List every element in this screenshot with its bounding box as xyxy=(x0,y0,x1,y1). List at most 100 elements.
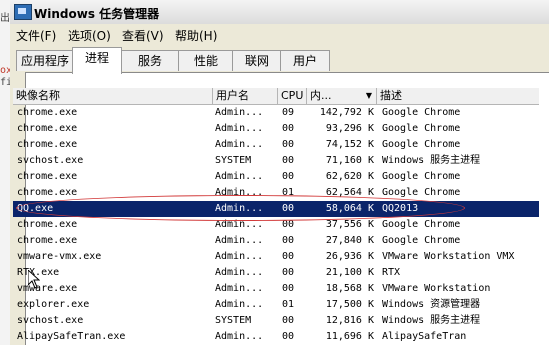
process-cpu: 00 xyxy=(282,139,295,150)
process-image-name: AlipaySafeTran.exe xyxy=(17,331,126,342)
process-user-name: Admin... xyxy=(215,139,264,150)
column-header-memory[interactable]: 内... ▼ xyxy=(307,88,377,104)
process-cpu: 00 xyxy=(282,123,295,134)
process-user-name: Admin... xyxy=(215,171,264,182)
process-image-name: explorer.exe xyxy=(17,299,90,310)
sort-arrow-icon: ▼ xyxy=(365,91,372,100)
process-memory: 12,816 K xyxy=(325,315,374,326)
column-header-cpu[interactable]: CPU xyxy=(278,88,307,104)
process-row[interactable]: chrome.exe Admin... 09 142,792 K Google Chro… xyxy=(13,105,539,121)
process-description: Google Chrome xyxy=(382,139,461,150)
process-user-name: Admin... xyxy=(215,267,264,278)
annotation-ellipse xyxy=(16,195,465,221)
process-image-name: svchost.exe xyxy=(17,155,84,166)
process-memory: 71,160 K xyxy=(325,155,374,166)
process-image-name: vmware.exe xyxy=(17,283,78,294)
process-user-name: SYSTEM xyxy=(215,155,252,166)
process-memory: 93,296 K xyxy=(325,123,374,134)
process-row[interactable]: AlipaySafeTran.exe Admin... 00 11,696 K Alip… xyxy=(13,329,539,345)
process-row[interactable]: svchost.exe SYSTEM 00 71,160 K Windows 服务主进程 xyxy=(13,153,539,169)
process-user-name: SYSTEM xyxy=(215,315,252,326)
background-text-fragment: 出 xyxy=(0,13,10,24)
process-description: VMware Workstation VMX xyxy=(382,251,515,262)
column-header-description[interactable]: 描述 xyxy=(377,88,539,104)
process-cpu: 09 xyxy=(282,107,295,118)
process-row[interactable]: RTX.exe Admin... 00 21,100 K RTX xyxy=(13,265,539,281)
menu-bar: 文件(F) 选项(O) 查看(V) 帮助(H) xyxy=(10,24,549,44)
window-title: Windows 任务管理器 xyxy=(34,7,160,21)
process-description: Google Chrome xyxy=(382,235,461,246)
process-cpu: 00 xyxy=(282,331,295,342)
process-memory: 74,152 K xyxy=(325,139,374,150)
column-header-memory-label: 内... xyxy=(310,89,332,102)
process-cpu: 00 xyxy=(282,251,295,262)
process-image-name: RTX.exe xyxy=(17,267,60,278)
menu-options[interactable]: 选项(O) xyxy=(68,27,111,44)
column-header-user-name[interactable]: 用户名 xyxy=(213,88,278,104)
menu-file[interactable]: 文件(F) xyxy=(16,27,56,44)
process-image-name: chrome.exe xyxy=(17,171,78,182)
process-user-name: Admin... xyxy=(215,299,264,310)
tab-services[interactable]: 服务 xyxy=(120,50,180,71)
tab-applications[interactable]: 应用程序 xyxy=(16,50,74,71)
process-row[interactable]: chrome.exe Admin... 00 74,152 K Google Chrom… xyxy=(13,137,539,153)
process-row[interactable]: explorer.exe Admin... 01 17,500 K Windows 资源… xyxy=(13,297,539,313)
process-description: AlipaySafeTran xyxy=(382,331,467,342)
process-cpu: 00 xyxy=(282,315,295,326)
process-description: Windows 服务主进程 xyxy=(382,155,481,166)
process-image-name: chrome.exe xyxy=(17,107,78,118)
process-memory: 26,936 K xyxy=(325,251,374,262)
title-bar[interactable]: Windows 任务管理器 xyxy=(10,0,549,25)
process-image-name: chrome.exe xyxy=(17,139,78,150)
menu-view[interactable]: 查看(V) xyxy=(122,27,164,44)
process-row[interactable]: chrome.exe Admin... 00 62,620 K Google Chrom… xyxy=(13,169,539,185)
process-row[interactable]: chrome.exe Admin... 00 93,296 K Google Chrom… xyxy=(13,121,539,137)
column-header-image-name[interactable]: 映像名称 xyxy=(13,88,213,104)
process-table-header: 映像名称 用户名 CPU 内... ▼ 描述 xyxy=(13,88,539,105)
tab-performance[interactable]: 性能 xyxy=(178,50,234,71)
process-user-name: Admin... xyxy=(215,235,264,246)
process-description: Google Chrome xyxy=(382,219,461,230)
process-image-name: vmware-vmx.exe xyxy=(17,251,102,262)
process-memory: 17,500 K xyxy=(325,299,374,310)
process-cpu: 00 xyxy=(282,171,295,182)
process-description: Google Chrome xyxy=(382,107,461,118)
process-image-name: chrome.exe xyxy=(17,123,78,134)
menu-help[interactable]: 帮助(H) xyxy=(175,27,217,44)
process-memory: 142,792 K xyxy=(319,107,374,118)
process-user-name: Admin... xyxy=(215,107,264,118)
process-memory: 27,840 K xyxy=(325,235,374,246)
process-memory: 62,620 K xyxy=(325,171,374,182)
process-cpu: 00 xyxy=(282,283,295,294)
process-description: RTX xyxy=(382,267,401,278)
process-row[interactable]: vmware-vmx.exe Admin... 00 26,936 K VMware W… xyxy=(13,249,539,265)
process-description: Google Chrome xyxy=(382,123,461,134)
tab-networking[interactable]: 联网 xyxy=(232,50,282,71)
process-image-name: svchost.exe xyxy=(17,315,84,326)
process-cpu: 01 xyxy=(282,299,295,310)
process-description: Windows 资源管理器 xyxy=(382,299,481,310)
tab-processes[interactable]: 进程 xyxy=(72,47,122,74)
process-memory: 18,568 K xyxy=(325,283,374,294)
process-memory: 11,696 K xyxy=(325,331,374,342)
tab-strip: 应用程序 进程 服务 性能 联网 用户 xyxy=(10,44,549,74)
process-image-name: chrome.exe xyxy=(17,235,78,246)
process-list: chrome.exe Admin... 09 142,792 K Google Chro… xyxy=(13,105,539,345)
process-user-name: Admin... xyxy=(215,251,264,262)
process-description: Google Chrome xyxy=(382,171,461,182)
process-row[interactable]: svchost.exe SYSTEM 00 12,816 K Windows 服务主进程 xyxy=(13,313,539,329)
process-cpu: 00 xyxy=(282,155,295,166)
process-memory: 21,100 K xyxy=(325,267,374,278)
process-user-name: Admin... xyxy=(215,283,264,294)
tab-users[interactable]: 用户 xyxy=(280,50,330,71)
mouse-cursor-icon xyxy=(28,270,40,289)
process-description: Windows 服务主进程 xyxy=(382,315,481,326)
process-cpu: 00 xyxy=(282,235,295,246)
process-row[interactable]: vmware.exe Admin... 00 18,568 K VMware Works… xyxy=(13,281,539,297)
process-row[interactable]: chrome.exe Admin... 00 27,840 K Google Chrom… xyxy=(13,233,539,249)
process-user-name: Admin... xyxy=(215,331,264,342)
process-cpu: 00 xyxy=(282,267,295,278)
process-description: VMware Workstation xyxy=(382,283,491,294)
task-manager-icon xyxy=(14,4,32,20)
process-user-name: Admin... xyxy=(215,123,264,134)
